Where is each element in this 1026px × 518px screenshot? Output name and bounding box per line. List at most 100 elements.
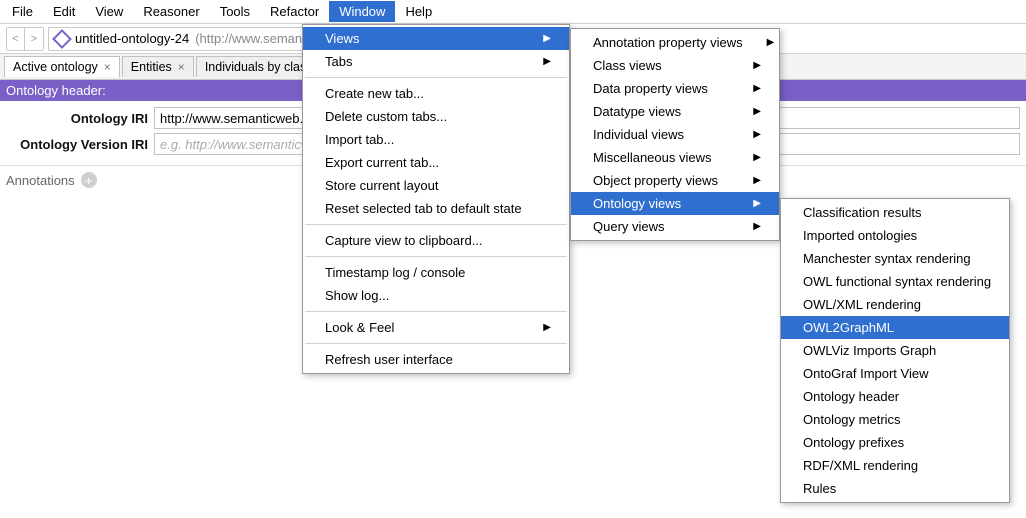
submenu-arrow-icon: ▶ — [543, 33, 551, 44]
menu-item-label: Import tab... — [325, 132, 394, 147]
views-menu-item-ontology-views[interactable]: Ontology views ▶ — [571, 192, 779, 215]
close-icon[interactable]: × — [104, 60, 111, 74]
menubar-item-window[interactable]: Window — [329, 1, 395, 22]
menu-separator — [305, 77, 567, 78]
nav-button-group: < > — [6, 27, 44, 51]
close-icon[interactable]: × — [178, 60, 185, 74]
menubar-item-reasoner[interactable]: Reasoner — [133, 1, 209, 22]
menubar-item-edit[interactable]: Edit — [43, 1, 85, 22]
submenu-arrow-icon: ▶ — [767, 37, 775, 48]
menu-item-label: Look & Feel — [325, 320, 394, 335]
menu-item-label: Query views — [593, 219, 665, 234]
menu-item-label: Capture view to clipboard... — [325, 233, 483, 248]
window-menu-item-show-log-[interactable]: Show log... — [303, 284, 569, 307]
menu-item-label: Individual views — [593, 127, 684, 142]
ontology-views-menu-item-imported-ontologies[interactable]: Imported ontologies — [781, 224, 1009, 247]
tab-active-ontology[interactable]: Active ontology × — [4, 56, 120, 77]
views-menu-item-data-property-views[interactable]: Data property views▶ — [571, 77, 779, 100]
ontology-views-menu-item-owl2graphml[interactable]: OWL2GraphML — [781, 316, 1009, 339]
window-menu-item-reset-selected-tab-to-default-state[interactable]: Reset selected tab to default state — [303, 197, 569, 220]
submenu-arrow-icon: ▶ — [753, 198, 761, 209]
tab-label: Entities — [131, 60, 172, 74]
ontology-title: untitled-ontology-24 — [75, 31, 189, 46]
menu-item-label: Manchester syntax rendering — [803, 251, 971, 266]
menu-separator — [305, 311, 567, 312]
window-menu-item-refresh-user-interface[interactable]: Refresh user interface — [303, 348, 569, 371]
back-button[interactable]: < — [7, 28, 25, 50]
menu-item-label: Views — [325, 31, 359, 46]
submenu-arrow-icon: ▶ — [543, 322, 551, 333]
menu-item-label: OWL2GraphML — [803, 320, 894, 335]
views-menu-item-class-views[interactable]: Class views ▶ — [571, 54, 779, 77]
menu-item-label: Classification results — [803, 205, 922, 220]
menu-item-label: Ontology prefixes — [803, 435, 904, 450]
ontology-views-menu-item-owlviz-imports-graph[interactable]: OWLViz Imports Graph — [781, 339, 1009, 362]
views-menu-item-query-views[interactable]: Query views▶ — [571, 215, 779, 238]
window-menu-item-export-current-tab-[interactable]: Export current tab... — [303, 151, 569, 174]
menubar-item-tools[interactable]: Tools — [210, 1, 260, 22]
menu-item-label: Data property views — [593, 81, 708, 96]
ontology-views-menu-item-ontology-header[interactable]: Ontology header — [781, 385, 1009, 408]
ontology-views-menu-item-manchester-syntax-rendering[interactable]: Manchester syntax rendering — [781, 247, 1009, 270]
menu-item-label: Ontology header — [803, 389, 899, 404]
window-menu-item-import-tab-[interactable]: Import tab... — [303, 128, 569, 151]
menubar-item-help[interactable]: Help — [395, 1, 442, 22]
menubar-item-view[interactable]: View — [85, 1, 133, 22]
window-menu-item-store-current-layout[interactable]: Store current layout — [303, 174, 569, 197]
menu-item-label: Reset selected tab to default state — [325, 201, 522, 216]
tab-label: Active ontology — [13, 60, 98, 74]
menubar-item-refactor[interactable]: Refactor — [260, 1, 329, 22]
menu-item-label: Datatype views — [593, 104, 681, 119]
menu-item-label: OntoGraf Import View — [803, 366, 928, 381]
views-menu-item-miscellaneous-views[interactable]: Miscellaneous views▶ — [571, 146, 779, 169]
menu-item-label: Tabs — [325, 54, 352, 69]
ontology-icon — [55, 32, 69, 46]
menu-item-label: Refresh user interface — [325, 352, 453, 367]
tab-entities[interactable]: Entities × — [122, 56, 194, 77]
ontology-views-menu-item-owl-xml-rendering[interactable]: OWL/XML rendering — [781, 293, 1009, 316]
window-menu-item-capture-view-to-clipboard-[interactable]: Capture view to clipboard... — [303, 229, 569, 252]
submenu-arrow-icon: ▶ — [753, 60, 761, 71]
submenu-arrow-icon: ▶ — [753, 106, 761, 117]
window-menu-item-look-feel[interactable]: Look & Feel ▶ — [303, 316, 569, 339]
window-menu-item-timestamp-log-console[interactable]: Timestamp log / console — [303, 261, 569, 284]
menu-item-label: Ontology views — [593, 196, 681, 211]
ontology-views-menu-item-ontology-metrics[interactable]: Ontology metrics — [781, 408, 1009, 431]
menu-item-label: Show log... — [325, 288, 389, 303]
views-menu-item-object-property-views[interactable]: Object property views▶ — [571, 169, 779, 192]
menu-item-label: Rules — [803, 481, 836, 496]
menu-separator — [305, 343, 567, 344]
address-box[interactable]: untitled-ontology-24 (http://www.semant — [48, 27, 313, 51]
menu-item-label: Annotation property views — [593, 35, 743, 50]
views-menu-item-individual-views[interactable]: Individual views ▶ — [571, 123, 779, 146]
submenu-arrow-icon: ▶ — [753, 175, 761, 186]
window-menu-item-delete-custom-tabs-[interactable]: Delete custom tabs... — [303, 105, 569, 128]
menu-item-label: Ontology metrics — [803, 412, 901, 427]
window-menu-item-views[interactable]: Views ▶ — [303, 27, 569, 50]
ontology-views-menu-item-owl-functional-syntax-rendering[interactable]: OWL functional syntax rendering — [781, 270, 1009, 293]
views-menu-item-datatype-views[interactable]: Datatype views ▶ — [571, 100, 779, 123]
menubar: FileEditViewReasonerToolsRefactorWindowH… — [0, 0, 1026, 24]
ontology-views-menu-item-ontograf-import-view[interactable]: OntoGraf Import View — [781, 362, 1009, 385]
ontology-views-menu-item-rules[interactable]: Rules — [781, 477, 1009, 500]
menu-item-label: Timestamp log / console — [325, 265, 465, 280]
menu-item-label: RDF/XML rendering — [803, 458, 918, 473]
forward-button[interactable]: > — [25, 28, 43, 50]
window-menu-item-create-new-tab-[interactable]: Create new tab... — [303, 82, 569, 105]
views-menu-item-annotation-property-views[interactable]: Annotation property views ▶ — [571, 31, 779, 54]
ontology-views-menu-item-classification-results[interactable]: Classification results — [781, 201, 1009, 224]
views-submenu: Annotation property views▶Class views▶Da… — [570, 28, 780, 241]
submenu-arrow-icon: ▶ — [543, 56, 551, 67]
menu-item-label: Class views — [593, 58, 662, 73]
submenu-arrow-icon: ▶ — [753, 129, 761, 140]
window-menu: Views ▶ Tabs ▶ Create new tab...Delete custo… — [302, 24, 570, 374]
window-menu-item-tabs[interactable]: Tabs ▶ — [303, 50, 569, 73]
menubar-item-file[interactable]: File — [2, 1, 43, 22]
menu-item-label: OWL functional syntax rendering — [803, 274, 991, 289]
ontology-views-menu-item-ontology-prefixes[interactable]: Ontology prefixes — [781, 431, 1009, 454]
menu-item-label: Imported ontologies — [803, 228, 917, 243]
menu-item-label: Export current tab... — [325, 155, 439, 170]
ontology-views-menu-item-rdf-xml-rendering[interactable]: RDF/XML rendering — [781, 454, 1009, 477]
add-annotation-icon[interactable]: + — [81, 172, 97, 188]
submenu-arrow-icon: ▶ — [753, 152, 761, 163]
